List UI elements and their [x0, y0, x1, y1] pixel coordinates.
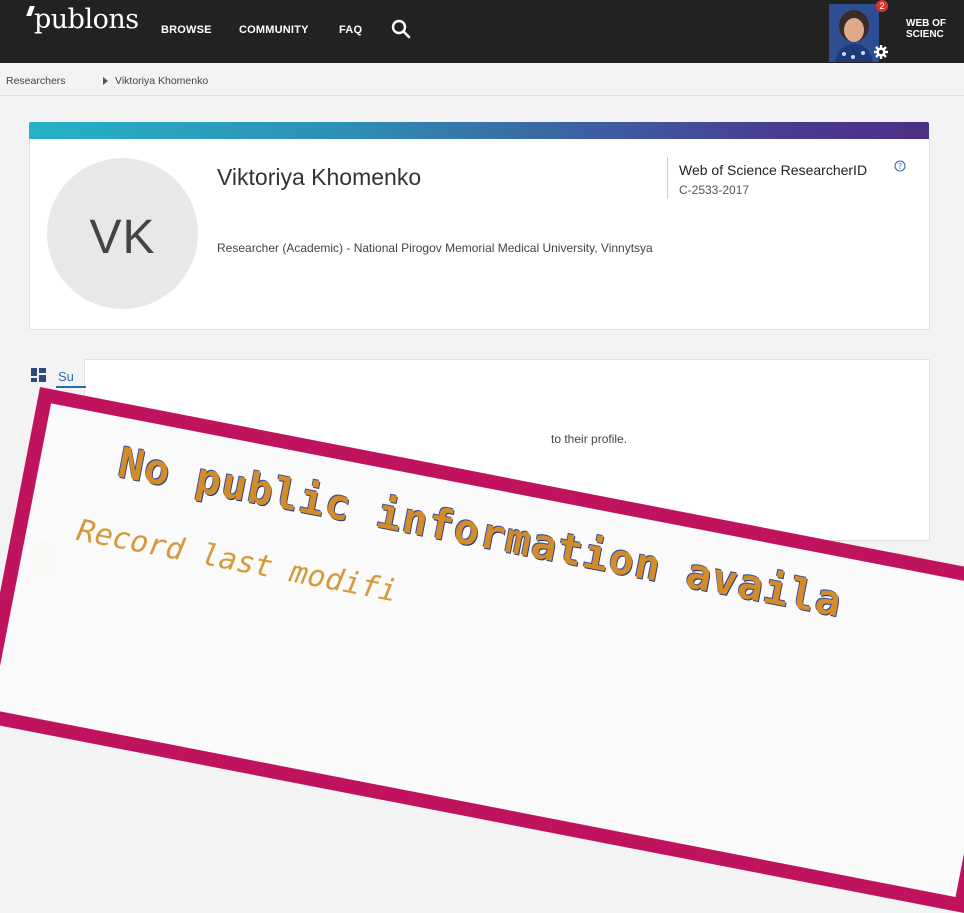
search-icon[interactable]: [391, 19, 411, 39]
notification-badge[interactable]: 2: [876, 0, 888, 12]
dashboard-icon: [31, 368, 46, 382]
breadcrumb-current: Viktoriya Khomenko: [115, 75, 209, 87]
tab-summary-underline: [56, 386, 86, 388]
breadcrumb-researchers[interactable]: Researchers: [6, 75, 66, 87]
researcher-id-divider: [667, 157, 668, 199]
nav-faq[interactable]: FAQ: [339, 24, 362, 36]
top-navigation-bar: [0, 0, 964, 63]
breadcrumb: Researchers Viktoriya Khomenko: [0, 63, 964, 96]
researcher-name: Viktoriya Khomenko: [217, 164, 422, 190]
nav-browse[interactable]: BROWSE: [161, 24, 212, 36]
profile-message-fragment: to their profile.: [551, 432, 628, 446]
profile-initials: VK: [89, 211, 156, 264]
svg-text:?: ?: [898, 162, 902, 171]
profile-header-gradient: [29, 122, 929, 139]
researcher-id-label: Web of Science ResearcherID: [679, 162, 868, 178]
researcher-id-value: C-2533-2017: [679, 183, 750, 197]
tab-summary[interactable]: Su: [58, 369, 74, 384]
settings-gear-icon[interactable]: [873, 44, 889, 60]
user-avatar[interactable]: [829, 4, 879, 62]
nav-community[interactable]: COMMUNITY: [239, 24, 309, 36]
researcher-affiliation: Researcher (Academic) - National Pirogov…: [217, 241, 653, 255]
web-of-science-link[interactable]: WEB OF SCIENC: [906, 18, 946, 40]
publons-logo[interactable]: publons: [34, 4, 139, 35]
breadcrumb-chevron-icon: [103, 77, 108, 85]
help-icon[interactable]: ?: [894, 160, 906, 172]
